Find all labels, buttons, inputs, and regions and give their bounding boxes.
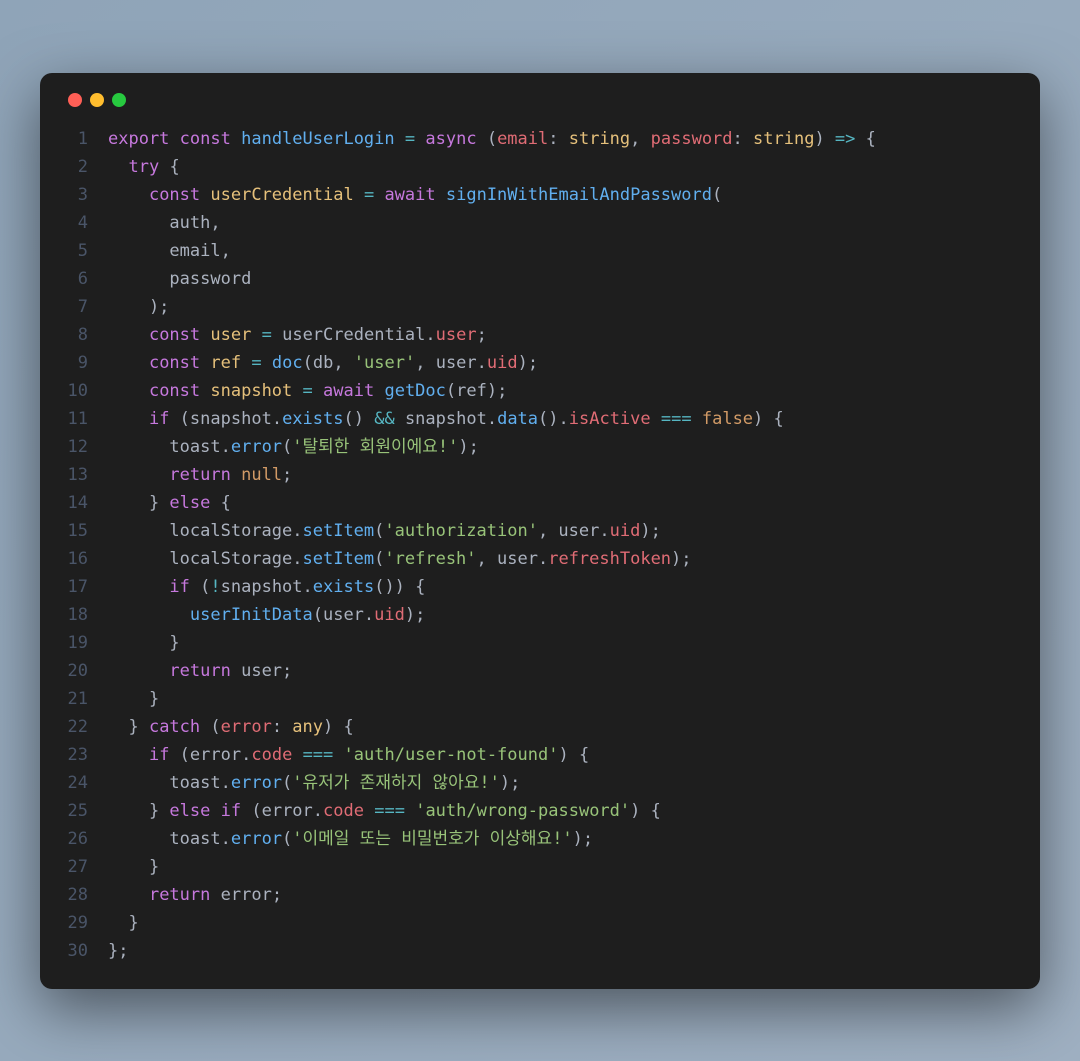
line-number: 13 (64, 461, 108, 489)
line-number: 14 (64, 489, 108, 517)
code-line: 6 password (64, 265, 1016, 293)
code-line: 25 } else if (error.code === 'auth/wrong… (64, 797, 1016, 825)
code-content: toast.error('탈퇴한 회원이에요!'); (108, 433, 1016, 461)
line-number: 9 (64, 349, 108, 377)
code-line: 30 }; (64, 937, 1016, 965)
code-content: } (108, 853, 1016, 881)
code-line: 8 const user = userCredential.user; (64, 321, 1016, 349)
minimize-button[interactable] (90, 93, 104, 107)
code-content: const ref = doc(db, 'user', user.uid); (108, 349, 1016, 377)
code-line: 15 localStorage.setItem('authorization',… (64, 517, 1016, 545)
code-content: toast.error('유저가 존재하지 않아요!'); (108, 769, 1016, 797)
line-number: 29 (64, 909, 108, 937)
line-number: 30 (64, 937, 108, 965)
code-content: return null; (108, 461, 1016, 489)
code-content: if (error.code === 'auth/user-not-found'… (108, 741, 1016, 769)
code-content: } catch (error: any) { (108, 713, 1016, 741)
code-content: ); (108, 293, 1016, 321)
line-number: 2 (64, 153, 108, 181)
code-content: if (!snapshot.exists()) { (108, 573, 1016, 601)
code-content: }; (108, 937, 1016, 965)
code-content: try { (108, 153, 1016, 181)
code-content: toast.error('이메일 또는 비밀번호가 이상해요!'); (108, 825, 1016, 853)
code-content: email, (108, 237, 1016, 265)
code-content: const user = userCredential.user; (108, 321, 1016, 349)
line-number: 4 (64, 209, 108, 237)
code-content: } (108, 629, 1016, 657)
code-content: const snapshot = await getDoc(ref); (108, 377, 1016, 405)
code-line: 10 const snapshot = await getDoc(ref); (64, 377, 1016, 405)
code-editor[interactable]: 1 export const handleUserLogin = async (… (64, 125, 1016, 965)
line-number: 27 (64, 853, 108, 881)
line-number: 8 (64, 321, 108, 349)
line-number: 10 (64, 377, 108, 405)
line-number: 18 (64, 601, 108, 629)
close-button[interactable] (68, 93, 82, 107)
code-content: localStorage.setItem('refresh', user.ref… (108, 545, 1016, 573)
code-line: 19 } (64, 629, 1016, 657)
code-content: auth, (108, 209, 1016, 237)
code-line: 21 } (64, 685, 1016, 713)
code-line: 7 ); (64, 293, 1016, 321)
code-line: 3 const userCredential = await signInWit… (64, 181, 1016, 209)
line-number: 24 (64, 769, 108, 797)
code-content: return user; (108, 657, 1016, 685)
code-line: 4 auth, (64, 209, 1016, 237)
line-number: 15 (64, 517, 108, 545)
line-number: 26 (64, 825, 108, 853)
code-line: 12 toast.error('탈퇴한 회원이에요!'); (64, 433, 1016, 461)
line-number: 3 (64, 181, 108, 209)
code-window: 1 export const handleUserLogin = async (… (40, 73, 1040, 989)
code-content: userInitData(user.uid); (108, 601, 1016, 629)
line-number: 5 (64, 237, 108, 265)
line-number: 6 (64, 265, 108, 293)
code-line: 18 userInitData(user.uid); (64, 601, 1016, 629)
line-number: 19 (64, 629, 108, 657)
line-number: 23 (64, 741, 108, 769)
line-number: 28 (64, 881, 108, 909)
line-number: 16 (64, 545, 108, 573)
line-number: 7 (64, 293, 108, 321)
line-number: 17 (64, 573, 108, 601)
code-content: } else { (108, 489, 1016, 517)
code-line: 26 toast.error('이메일 또는 비밀번호가 이상해요!'); (64, 825, 1016, 853)
code-line: 27 } (64, 853, 1016, 881)
code-line: 23 if (error.code === 'auth/user-not-fou… (64, 741, 1016, 769)
code-content: } (108, 909, 1016, 937)
code-line: 29 } (64, 909, 1016, 937)
line-number: 20 (64, 657, 108, 685)
line-number: 12 (64, 433, 108, 461)
code-content: localStorage.setItem('authorization', us… (108, 517, 1016, 545)
code-content: const userCredential = await signInWithE… (108, 181, 1016, 209)
line-number: 1 (64, 125, 108, 153)
code-line: 13 return null; (64, 461, 1016, 489)
code-line: 2 try { (64, 153, 1016, 181)
code-line: 22 } catch (error: any) { (64, 713, 1016, 741)
code-line: 24 toast.error('유저가 존재하지 않아요!'); (64, 769, 1016, 797)
line-number: 21 (64, 685, 108, 713)
code-line: 9 const ref = doc(db, 'user', user.uid); (64, 349, 1016, 377)
code-content: } else if (error.code === 'auth/wrong-pa… (108, 797, 1016, 825)
maximize-button[interactable] (112, 93, 126, 107)
code-content: } (108, 685, 1016, 713)
code-line: 16 localStorage.setItem('refresh', user.… (64, 545, 1016, 573)
code-line: 11 if (snapshot.exists() && snapshot.dat… (64, 405, 1016, 433)
code-line: 28 return error; (64, 881, 1016, 909)
code-content: export const handleUserLogin = async (em… (108, 125, 1016, 153)
code-line: 1 export const handleUserLogin = async (… (64, 125, 1016, 153)
line-number: 25 (64, 797, 108, 825)
code-line: 20 return user; (64, 657, 1016, 685)
code-line: 17 if (!snapshot.exists()) { (64, 573, 1016, 601)
line-number: 22 (64, 713, 108, 741)
window-titlebar (64, 93, 1016, 107)
code-content: password (108, 265, 1016, 293)
code-line: 5 email, (64, 237, 1016, 265)
code-line: 14 } else { (64, 489, 1016, 517)
code-content: return error; (108, 881, 1016, 909)
line-number: 11 (64, 405, 108, 433)
code-content: if (snapshot.exists() && snapshot.data()… (108, 405, 1016, 433)
